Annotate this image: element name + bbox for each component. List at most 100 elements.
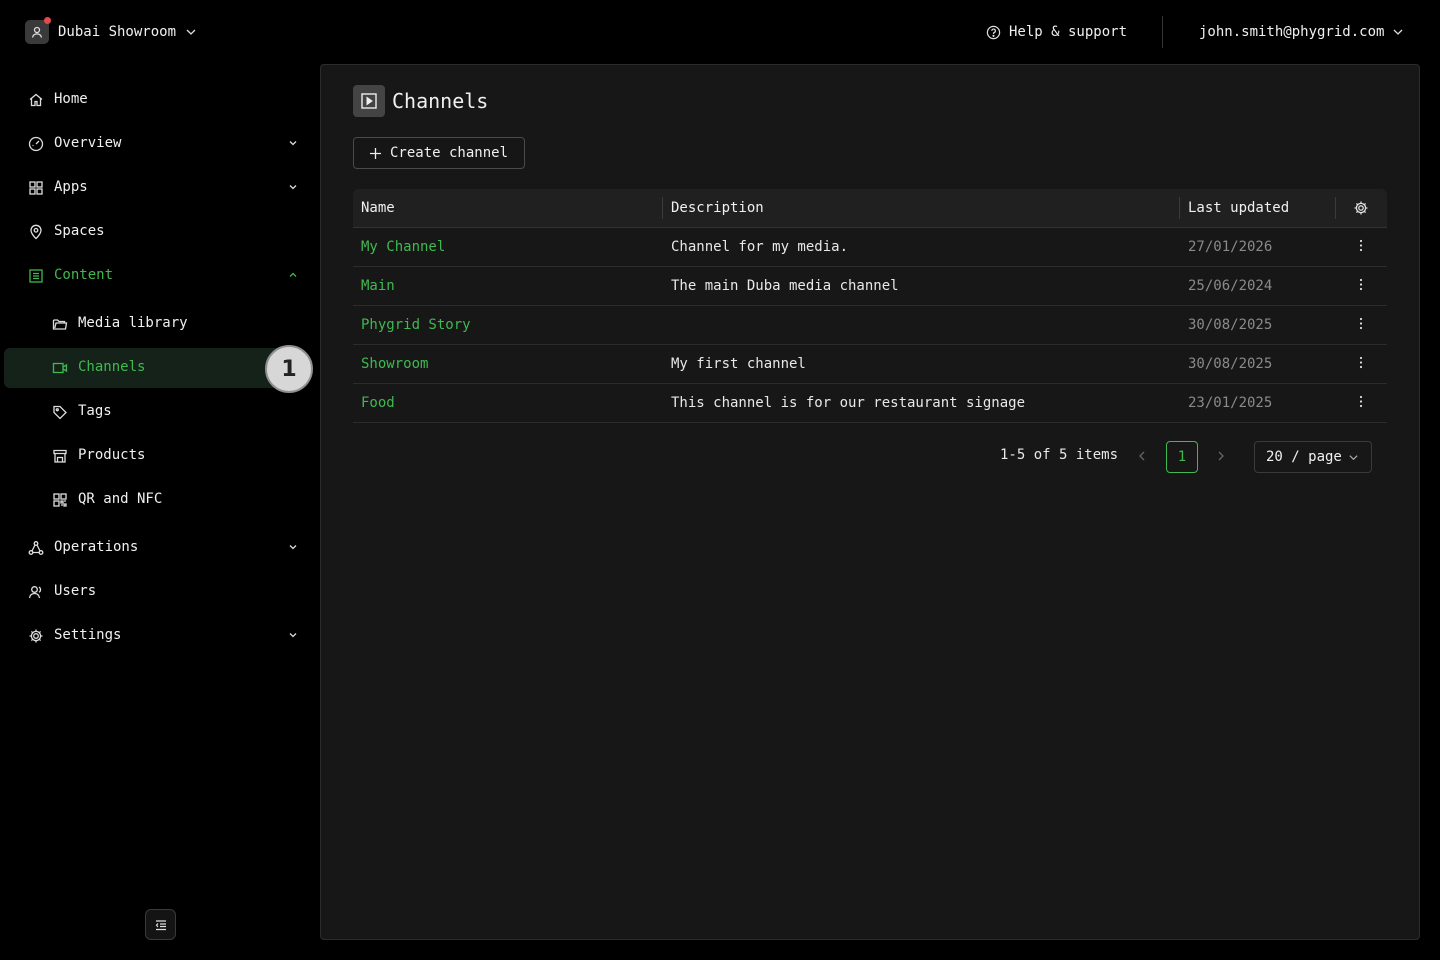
sidebar-item-label: Channels (78, 359, 146, 375)
channels-table: Name Description Last updated My Channel… (353, 189, 1387, 423)
channel-last-updated: 30/08/2025 (1188, 317, 1273, 333)
page-size-value: 20 / page (1266, 449, 1342, 465)
sidebar-item-content[interactable]: Content (4, 256, 316, 296)
user-menu[interactable]: john.smith@phygrid.com (1199, 22, 1404, 42)
pagination-total: 1-5 of 5 items (1000, 447, 1119, 463)
column-divider[interactable] (1335, 197, 1336, 219)
home-icon (29, 93, 43, 107)
sidebar-item-label: Media library (78, 315, 188, 331)
page-button-current[interactable]: 1 (1166, 441, 1198, 473)
sidebar-item-apps[interactable]: Apps (4, 168, 316, 208)
sidebar-item-label: Spaces (54, 223, 105, 239)
folder-icon (52, 319, 68, 330)
help-circle-icon (986, 25, 1001, 39)
sidebar-item-media-library[interactable]: Media library (4, 304, 316, 344)
sidebar-item-tags[interactable]: Tags (4, 392, 316, 432)
sidebar-item-label: Operations (54, 539, 139, 555)
channel-last-updated: 27/01/2026 (1188, 239, 1273, 255)
main-panel: Channels Create channel Name Description… (320, 64, 1420, 940)
channel-last-updated: 23/01/2025 (1188, 395, 1273, 411)
column-divider[interactable] (1179, 197, 1180, 219)
sidebar-item-overview[interactable]: Overview (4, 124, 316, 164)
create-channel-label: Create channel (390, 145, 509, 161)
sidebar-item-settings[interactable]: Settings (4, 616, 316, 656)
sidebar-item-label: Home (54, 91, 88, 107)
chevron-down-icon (186, 29, 196, 35)
play-box-icon (353, 85, 385, 117)
org-switcher[interactable]: Dubai Showroom (25, 17, 197, 44)
step-marker-badge: 1 (265, 345, 313, 393)
channel-name-link[interactable]: My Channel (361, 239, 445, 255)
more-vertical-icon[interactable] (1353, 277, 1369, 293)
chevron-down-icon (1349, 454, 1358, 460)
store-icon (53, 449, 67, 463)
more-vertical-icon[interactable] (1353, 238, 1369, 254)
dashboard-icon (28, 136, 44, 152)
chevron-down-icon (289, 545, 297, 550)
sidebar-item-channels[interactable]: Channels (4, 348, 304, 388)
sidebar-item-products[interactable]: Products (4, 436, 316, 476)
tag-icon (53, 405, 67, 420)
page-header: Channels (353, 85, 488, 117)
more-vertical-icon[interactable] (1353, 316, 1369, 332)
users-icon (28, 586, 42, 599)
more-vertical-icon[interactable] (1353, 355, 1369, 371)
user-email: john.smith@phygrid.com (1199, 24, 1385, 40)
sidebar-item-users[interactable]: Users (4, 572, 316, 612)
qr-code-icon (53, 493, 67, 507)
content-list-icon (29, 269, 43, 283)
sidebar-item-home[interactable]: Home (4, 80, 316, 120)
sidebar-item-label: QR and NFC (78, 491, 163, 507)
sidebar-item-label: Overview (54, 135, 122, 151)
channel-last-updated: 25/06/2024 (1188, 278, 1273, 294)
table-row: Food This channel is for our restaurant … (353, 384, 1387, 423)
pagination: 1-5 of 5 items 1 20 / page (321, 441, 1421, 473)
user-avatar-icon (25, 17, 51, 44)
channel-last-updated: 30/08/2025 (1188, 356, 1273, 372)
column-header-name[interactable]: Name (361, 200, 395, 216)
channel-description: Channel for my media. (671, 239, 849, 255)
chevron-down-icon (1393, 29, 1403, 35)
sidebar-item-label: Tags (78, 403, 112, 419)
sidebar-item-label: Users (54, 583, 97, 599)
channel-description: This channel is for our restaurant signa… (671, 395, 1026, 411)
sidebar-item-qr-nfc[interactable]: QR and NFC (4, 480, 316, 520)
channel-description: The main Duba media channel (671, 278, 899, 294)
chevron-up-icon (289, 272, 297, 277)
column-header-description[interactable]: Description (671, 200, 764, 216)
chevron-right-icon[interactable] (1214, 449, 1228, 463)
chevron-left-icon[interactable] (1135, 449, 1149, 463)
table-row: My Channel Channel for my media. 27/01/2… (353, 228, 1387, 267)
table-header: Name Description Last updated (353, 189, 1387, 228)
collapse-sidebar-button[interactable] (145, 909, 176, 940)
channel-name-link[interactable]: Main (361, 278, 395, 294)
chevron-down-icon (289, 185, 297, 190)
sidebar-item-operations[interactable]: Operations (4, 528, 316, 568)
table-row: Main The main Duba media channel 25/06/2… (353, 267, 1387, 306)
table-row: Showroom My first channel 30/08/2025 (353, 345, 1387, 384)
sidebar-item-spaces[interactable]: Spaces (4, 212, 316, 252)
header-divider (1162, 16, 1163, 48)
notification-dot (44, 17, 51, 24)
channel-name-link[interactable]: Phygrid Story (361, 317, 471, 333)
table-settings-icon[interactable] (1353, 200, 1369, 216)
help-support-link[interactable]: Help & support (986, 22, 1127, 42)
more-vertical-icon[interactable] (1353, 394, 1369, 410)
location-pin-icon (30, 224, 42, 240)
sidebar-item-label: Settings (54, 627, 122, 643)
column-divider[interactable] (662, 197, 663, 219)
help-label: Help & support (1009, 24, 1128, 40)
create-channel-button[interactable]: Create channel (353, 137, 525, 169)
collapse-menu-icon (155, 919, 166, 930)
network-icon (28, 541, 44, 555)
apps-grid-icon (29, 181, 43, 195)
channel-description: My first channel (671, 356, 806, 372)
channel-name-link[interactable]: Food (361, 395, 395, 411)
column-header-last-updated[interactable]: Last updated (1188, 200, 1289, 216)
sidebar-item-label: Content (54, 267, 114, 283)
org-name: Dubai Showroom (58, 24, 177, 40)
page-size-select[interactable]: 20 / page (1254, 441, 1372, 473)
video-camera-icon (52, 362, 68, 374)
channel-name-link[interactable]: Showroom (361, 356, 428, 372)
page-title: Channels (392, 89, 489, 113)
